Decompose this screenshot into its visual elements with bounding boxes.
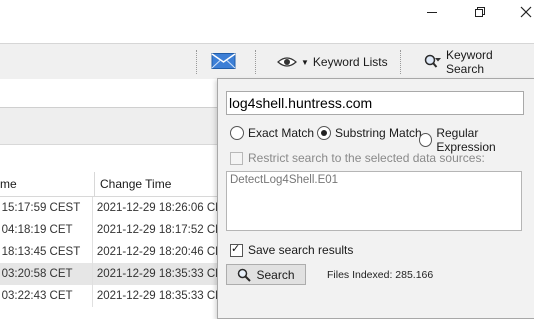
- toolbar-separator: [400, 50, 401, 74]
- table-cell: 2021-12-29 18:20:46 CE: [96, 246, 218, 258]
- checkbox-checked-icon: [230, 242, 243, 257]
- checkbox-icon: [230, 151, 243, 165]
- dropdown-arrow-icon: ▼: [301, 57, 309, 67]
- restrict-data-sources-checkbox[interactable]: Restrict search to the selected data sou…: [230, 151, 485, 165]
- save-results-label: Save search results: [248, 243, 354, 257]
- substring-match-radio[interactable]: Substring Match: [317, 126, 422, 140]
- envelope-icon: [211, 53, 236, 69]
- main-toolbar: ▼ Keyword Lists Keyword Search: [0, 43, 534, 81]
- minimize-button[interactable]: [412, 0, 452, 24]
- keyword-search-popup: log4shell.huntress.com Exact Match Subst…: [217, 78, 534, 319]
- table-row-selected[interactable]: 9 03:20:58 CET 2021-12-29 18:35:33 CE: [0, 263, 218, 285]
- tab-strip: [0, 79, 218, 108]
- radio-selected-icon: [317, 126, 331, 140]
- restrict-label: Restrict search to the selected data sou…: [248, 151, 485, 165]
- keyword-search-input[interactable]: log4shell.huntress.com: [226, 91, 524, 115]
- save-results-checkbox[interactable]: Save search results: [230, 242, 354, 257]
- table-row[interactable]: 9 03:22:43 CET 2021-12-29 18:35:33 CE: [0, 285, 218, 307]
- table-row[interactable]: 6 15:17:59 CEST 2021-12-29 18:26:06 CE: [0, 197, 218, 219]
- keyword-search-label: Keyword Search: [445, 48, 493, 76]
- keyword-lists-label: Keyword Lists: [312, 55, 388, 69]
- exact-match-label: Exact Match: [248, 126, 315, 140]
- close-icon: [520, 6, 532, 18]
- restore-button[interactable]: [460, 0, 500, 24]
- data-source-list[interactable]: DetectLog4Shell.E01: [226, 171, 522, 231]
- close-button[interactable]: [506, 0, 534, 24]
- column-header-change-time[interactable]: Change Time: [95, 172, 218, 197]
- restore-icon: [475, 7, 485, 17]
- magnifier-dropdown-icon: [424, 54, 441, 68]
- search-icon: [238, 268, 252, 282]
- eye-icon: [277, 57, 297, 67]
- table-cell: 9 03:20:58 CET: [0, 263, 93, 285]
- mail-button[interactable]: [211, 49, 237, 73]
- results-subbar: [0, 108, 218, 145]
- table-cell: 2021-12-29 18:35:33 CE: [96, 268, 218, 280]
- table-row[interactable]: 7 04:18:19 CET 2021-12-29 18:17:52 CE: [0, 219, 218, 241]
- table-cell: 2021-12-29 18:17:52 CE: [96, 224, 218, 236]
- table-cell: 9 03:22:43 CET: [0, 285, 93, 307]
- data-source-item[interactable]: DetectLog4Shell.E01: [230, 174, 518, 186]
- keyword-lists-button[interactable]: ▼ Keyword Lists: [277, 50, 388, 74]
- regular-expression-label: Regular Expression: [436, 126, 496, 154]
- table-row[interactable]: 6 18:13:45 CEST 2021-12-29 18:20:46 CE: [0, 241, 218, 263]
- files-indexed-status: Files Indexed: 285.166: [327, 269, 434, 281]
- radio-icon: [419, 133, 433, 147]
- toolbar-separator: [196, 50, 197, 74]
- column-header-time[interactable]: me: [0, 172, 95, 197]
- exact-match-radio[interactable]: Exact Match: [230, 126, 314, 140]
- table-cell: 6 18:13:45 CEST: [0, 241, 93, 263]
- search-button-label: Search: [256, 267, 295, 282]
- table-cell: 6 15:17:59 CEST: [0, 197, 93, 219]
- minimize-icon: [427, 12, 437, 13]
- radio-icon: [230, 126, 244, 140]
- table-cell: 7 04:18:19 CET: [0, 219, 93, 241]
- substring-match-label: Substring Match: [335, 126, 422, 140]
- toolbar-separator: [255, 50, 256, 74]
- regular-expression-radio[interactable]: Regular Expression: [419, 126, 534, 154]
- keyword-search-button[interactable]: Keyword Search: [424, 48, 534, 76]
- table-cell: 2021-12-29 18:35:33 CE: [96, 290, 218, 302]
- search-button[interactable]: Search: [226, 264, 306, 285]
- table-cell: 2021-12-29 18:26:06 CE: [96, 202, 218, 214]
